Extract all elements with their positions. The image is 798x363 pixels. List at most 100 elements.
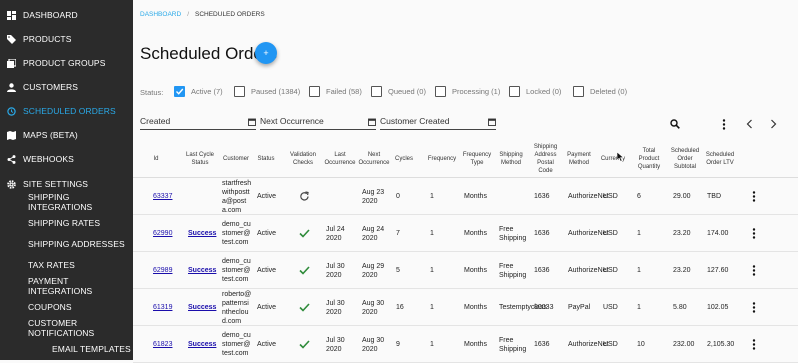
cell-id-text[interactable]: 61319 [153, 303, 172, 312]
cell-frequency-text: 1 [430, 230, 434, 237]
breadcrumb-dashboard-link[interactable]: Dashboard [140, 11, 181, 18]
row-more-vert-icon[interactable] [749, 178, 759, 215]
cell-status: Active [257, 289, 287, 326]
cell-ltv-text: TBD [707, 193, 721, 200]
cell-last-cycle-status[interactable] [188, 178, 222, 215]
table-row[interactable]: 62990 Success demo_customer@test.com Active… [133, 215, 798, 252]
cell-last-cycle-status-text[interactable]: Success [188, 340, 216, 349]
cell-last-cycle-status[interactable]: Success [188, 326, 222, 363]
next-occurrence-date-field[interactable]: Next Occurrence [260, 116, 376, 130]
sidebar-subitem-email-templates[interactable]: Email Templates [0, 337, 133, 361]
status-checkbox-paused[interactable]: Paused (1384) [234, 86, 300, 97]
cell-frequency: 1 [430, 178, 450, 215]
cell-id[interactable]: 62990 [153, 215, 185, 252]
column-header-next-occurrence[interactable]: Next Occurrence [357, 140, 391, 178]
cell-last-cycle-status[interactable]: Success [188, 252, 222, 289]
sidebar-item-webhooks[interactable]: Webhooks [0, 147, 133, 171]
column-header-scheduled-order-subtotal[interactable]: Scheduled Order Subtotal [669, 140, 701, 178]
cell-id[interactable]: 61319 [153, 289, 185, 326]
calendar-icon[interactable] [488, 118, 496, 126]
table-row[interactable]: 62989 Success demo_customer@test.com Active… [133, 252, 798, 289]
sidebar-item-products[interactable]: Products [0, 27, 133, 51]
cell-last-cycle-status[interactable]: Success [188, 215, 222, 252]
status-checkbox-failed[interactable]: Failed (58) [309, 86, 362, 97]
table-row[interactable]: 63337 startfreshwithpostta@posta.com Activ… [133, 178, 798, 215]
column-header-id[interactable]: Id [147, 140, 165, 178]
column-header-validation-checks[interactable]: Validation Checks [287, 140, 319, 178]
status-checkbox-queued[interactable]: Queued (0) [371, 86, 426, 97]
cell-status-text: Active [257, 230, 277, 237]
sidebar-item-dashboard[interactable]: Dashboard [0, 3, 133, 27]
cell-id-text[interactable]: 62989 [153, 266, 172, 275]
cell-id[interactable]: 62989 [153, 252, 185, 289]
row-more-vert-icon[interactable] [749, 252, 759, 289]
cell-cycles-text: 5 [396, 267, 400, 274]
cell-id[interactable]: 63337 [153, 178, 185, 215]
status-checkbox-label: Locked (0) [526, 87, 562, 96]
calendar-icon[interactable] [368, 118, 376, 126]
cell-id[interactable]: 61823 [153, 326, 185, 363]
status-checkbox-deleted[interactable]: Deleted (0) [573, 86, 627, 97]
search-icon[interactable] [669, 118, 681, 130]
cell-id-text[interactable]: 62990 [153, 229, 172, 238]
customer-created-date-field[interactable]: Customer Created [380, 116, 496, 130]
cell-last-cycle-status-text[interactable]: Success [188, 303, 216, 312]
table-row[interactable]: 61823 Success demo_customer@test.com Active… [133, 326, 798, 363]
column-header-frequency-type[interactable]: Frequency Type [462, 140, 492, 178]
cell-id-text[interactable]: 63337 [153, 192, 172, 201]
more-vert-icon[interactable] [718, 118, 730, 130]
status-filter: Status: Active (7) Paused (1384) Failed … [140, 86, 798, 100]
column-header-last-occurrence[interactable]: Last Occurrence [323, 140, 357, 178]
column-header-cycles[interactable]: Cycles [393, 140, 415, 178]
row-more-vert-icon[interactable] [749, 215, 759, 252]
cell-currency-text: USD [603, 304, 618, 311]
sidebar-item-maps[interactable]: Maps (beta) [0, 123, 133, 147]
column-header-status[interactable]: Status [254, 140, 278, 178]
cell-last-cycle-status-text[interactable]: Success [188, 229, 216, 238]
column-header-customer[interactable]: Customer [221, 140, 251, 178]
cell-total-product-quantity: 6 [637, 178, 657, 215]
cell-shipping-postal: 1636 [534, 215, 560, 252]
cell-shipping-method: Free Shipping [499, 326, 529, 363]
column-header-total-product-quantity[interactable]: Total Product Quantity [633, 140, 665, 178]
column-header-frequency[interactable]: Frequency [427, 140, 457, 178]
cell-last-cycle-status-text[interactable]: Success [188, 266, 216, 275]
cell-next-occurrence: Aug 24 2020 [362, 215, 392, 252]
chevron-left-icon[interactable] [743, 118, 755, 130]
row-more-vert-icon[interactable] [749, 326, 759, 363]
row-more-vert-icon[interactable] [749, 289, 759, 326]
checkbox-icon [509, 86, 520, 97]
map-icon [7, 130, 16, 140]
calendar-icon[interactable] [248, 118, 256, 126]
sidebar-item-label: Webhooks [23, 154, 74, 164]
column-header-scheduled-order-ltv[interactable]: Scheduled Order LTV [704, 140, 736, 178]
cell-currency-text: USD [603, 341, 618, 348]
cell-currency: USD [603, 215, 627, 252]
table-row[interactable]: 61319 Success roberto@patternsinthecloud.c… [133, 289, 798, 326]
chevron-right-icon[interactable] [767, 118, 779, 130]
cell-id-text[interactable]: 61823 [153, 340, 172, 349]
sidebar: Dashboard Products Product Groups Custom… [0, 0, 133, 360]
status-checkbox-active[interactable]: Active (7) [174, 86, 223, 97]
add-scheduled-order-button[interactable]: + [255, 42, 277, 64]
status-checkbox-processing[interactable]: Processing (1) [435, 86, 500, 97]
cell-shipping-method: Testemptyclass [499, 289, 547, 326]
sidebar-item-product-groups[interactable]: Product Groups [0, 51, 133, 75]
cell-customer-text: demo_customer@test.com [222, 221, 251, 246]
cell-subtotal: 23.20 [673, 252, 701, 289]
cell-shipping-method: Free Shipping [499, 252, 529, 289]
column-header-shipping-method[interactable]: Shipping Method [496, 140, 526, 178]
cell-last-occurrence-text: Jul 24 2020 [326, 225, 345, 242]
created-date-field[interactable]: Created [140, 116, 256, 130]
status-checkbox-label: Queued (0) [388, 87, 426, 96]
column-header-payment-method[interactable]: Payment Method [563, 140, 595, 178]
column-header-last-cycle-status[interactable]: Last Cycle Status [185, 140, 215, 178]
sidebar-item-customers[interactable]: Customers [0, 75, 133, 99]
sidebar-item-scheduled-orders[interactable]: Scheduled Orders [0, 99, 133, 123]
cell-next-occurrence: Aug 29 2020 [362, 252, 392, 289]
status-checkbox-locked[interactable]: Locked (0) [509, 86, 561, 97]
column-header-shipping-postal[interactable]: Shipping Address Postal Code [532, 140, 559, 178]
cell-next-occurrence: Aug 30 2020 [362, 326, 392, 363]
cell-last-cycle-status[interactable]: Success [188, 289, 222, 326]
cell-payment-method: AuthorizeNet [568, 252, 608, 289]
